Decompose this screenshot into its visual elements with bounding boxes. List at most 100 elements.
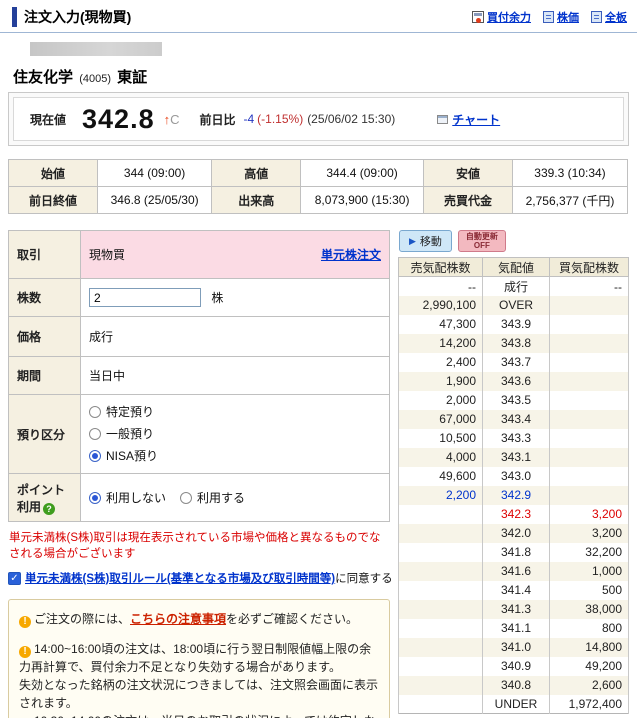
order-book-row: 47,300 343.9 <box>398 314 629 334</box>
price-level-cell[interactable]: 343.4 <box>482 409 550 429</box>
price-level-cell[interactable]: 343.8 <box>482 333 550 353</box>
sell-quantity-cell: 2,000 <box>398 390 483 410</box>
current-price-label: 現在値 <box>30 112 67 127</box>
price-level-cell[interactable]: UNDER <box>482 694 550 714</box>
order-book-row: 341.8 32,200 <box>398 542 629 562</box>
sell-quantity-cell <box>398 599 483 619</box>
buy-quantity-cell <box>549 447 629 467</box>
price-level-cell[interactable]: 343.7 <box>482 352 550 372</box>
price-level-cell[interactable]: 340.9 <box>482 656 550 676</box>
quote-timestamp: (25/06/02 15:30) <box>307 112 396 126</box>
trading-rules-link[interactable]: 単元未満株(S株)取引ルール(基準となる市場及び取引時間等) <box>25 573 335 585</box>
sell-quantity-cell <box>398 580 483 600</box>
buying-power-link-group: 買付余力 <box>472 9 531 25</box>
sell-quantity-cell: 47,300 <box>398 314 483 334</box>
buy-quantity-cell <box>549 428 629 448</box>
price-value: 成行 <box>80 316 390 357</box>
sell-quantity-cell: 10,500 <box>398 428 483 448</box>
price-level-cell[interactable]: 343.6 <box>482 371 550 391</box>
notice-line-1: ! ご注文の際には、こちらの注意事項を必ずご確認ください。 <box>19 610 379 629</box>
fractional-share-warning: 単元未満株(S株)取引は現在表示されている市場や価格と異なるものでなされる場合が… <box>9 532 381 560</box>
quantity-unit: 株 <box>211 290 224 305</box>
move-button[interactable]: ▶ 移動 <box>399 230 452 253</box>
radio-option[interactable]: 特定預り <box>89 401 381 423</box>
buy-quantity-cell: 800 <box>549 618 629 638</box>
period-value: 当日中 <box>80 356 390 395</box>
agreement-checkbox[interactable]: ✓ <box>8 571 21 585</box>
buying-power-link[interactable]: 買付余力 <box>487 9 531 25</box>
main-area: 取引 現物買 単元株注文 株数 株 <box>0 230 637 718</box>
notice-line-3: 失効となった銘柄の注文状況につきましては、注文照会画面に表示されます。 <box>19 678 379 711</box>
price-level-cell[interactable]: 342.3 <box>482 504 550 524</box>
price-level-cell[interactable]: 341.8 <box>482 542 550 562</box>
warning-icon: ! <box>19 616 31 629</box>
notice-box: ! ご注文の際には、こちらの注意事項を必ずご確認ください。 ! 14:00~16:0… <box>8 599 390 718</box>
order-book-row: 341.0 14,800 <box>398 637 629 657</box>
buy-qty-header: 買気配株数 <box>549 257 629 278</box>
radio-button-icon[interactable] <box>89 406 101 418</box>
buy-quantity-cell: 3,200 <box>549 523 629 543</box>
price-level-cell[interactable]: 343.5 <box>482 390 550 410</box>
price-panel-inner: 現在値 342.8 ↑C 前日比 -4 (-1.15%) (25/06/02 1… <box>13 97 624 141</box>
quote-label: 安値 <box>422 159 513 187</box>
agreement-suffix: に同意する <box>335 573 393 586</box>
price-level-cell[interactable]: 341.1 <box>482 618 550 638</box>
quote-label: 売買代金 <box>422 186 513 214</box>
price-header: 気配値 <box>482 257 550 278</box>
sell-quantity-cell <box>398 523 483 543</box>
order-book-row: 49,600 343.0 <box>398 466 629 486</box>
deposit-label: 預り区分 <box>8 394 81 474</box>
price-level-cell[interactable]: 343.9 <box>482 314 550 334</box>
auto-update-off-button[interactable]: 自動更新 OFF <box>457 230 506 253</box>
radio-button-icon[interactable] <box>180 492 193 504</box>
radio-option[interactable]: 一般預り <box>89 423 381 445</box>
radio-button-icon[interactable] <box>89 450 101 462</box>
order-book-row: 340.9 49,200 <box>398 656 629 676</box>
price-level-cell[interactable]: 341.3 <box>482 599 550 619</box>
price-level-cell[interactable]: OVER <box>482 295 550 315</box>
price-level-cell[interactable]: 340.8 <box>482 675 550 695</box>
radio-label: NISA預り <box>106 449 159 463</box>
order-book-row: 2,990,100 OVER <box>398 295 629 315</box>
sell-quantity-cell: 49,600 <box>398 466 483 486</box>
full-board-link[interactable]: 全板 <box>605 9 627 25</box>
price-level-cell[interactable]: 343.1 <box>482 447 550 467</box>
price-level-cell[interactable]: 341.6 <box>482 561 550 581</box>
quote-label: 出来高 <box>211 186 302 214</box>
caution-details-link[interactable]: こちらの注意事項 <box>130 612 226 626</box>
price-level-cell[interactable]: 343.3 <box>482 428 550 448</box>
quantity-input[interactable] <box>89 288 201 307</box>
stock-price-link-group: 株価 <box>543 9 579 25</box>
radio-option[interactable]: NISA預り <box>89 445 381 467</box>
price-level-cell[interactable]: 342.9 <box>482 485 550 505</box>
quote-value: 8,073,900 (15:30) <box>300 186 424 214</box>
price-level-cell[interactable]: 341.4 <box>482 580 550 600</box>
order-book-header-row: 売気配株数 気配値 買気配株数 <box>398 257 629 278</box>
buy-quantity-cell <box>549 371 629 391</box>
sell-quantity-cell <box>398 675 483 695</box>
price-level-cell[interactable]: 342.0 <box>482 523 550 543</box>
stock-price-link[interactable]: 株価 <box>557 9 579 25</box>
unit-share-order-link[interactable]: 単元株注文 <box>321 246 381 263</box>
price-level-cell[interactable]: 成行 <box>482 276 550 296</box>
price-level-cell[interactable]: 343.0 <box>482 466 550 486</box>
current-price-value: 342.8 <box>82 103 155 134</box>
price-level-cell[interactable]: 341.0 <box>482 637 550 657</box>
change-value: -4 <box>243 112 255 126</box>
sell-quantity-cell: 14,200 <box>398 333 483 353</box>
stock-market: 東証 <box>117 69 148 86</box>
radio-button-icon[interactable] <box>89 428 101 440</box>
quote-row: 始値 344 (09:00) 高値 344.4 (09:00) 安値 339.3 (10:… <box>8 159 629 187</box>
help-icon[interactable]: ? <box>43 502 56 515</box>
order-book-row: -- 成行 -- <box>398 276 629 296</box>
radio-button-icon[interactable] <box>89 492 101 504</box>
sell-quantity-cell <box>398 694 483 714</box>
radio-option[interactable]: 利用する <box>180 491 245 505</box>
buy-quantity-cell: 38,000 <box>549 599 629 619</box>
chart-link[interactable]: チャート <box>452 111 500 128</box>
document-icon <box>591 11 602 23</box>
order-book-row: 342.0 3,200 <box>398 523 629 543</box>
close-flag: C <box>170 111 180 127</box>
quote-label: 前日終値 <box>8 186 98 214</box>
radio-option[interactable]: 利用しない <box>89 491 166 505</box>
